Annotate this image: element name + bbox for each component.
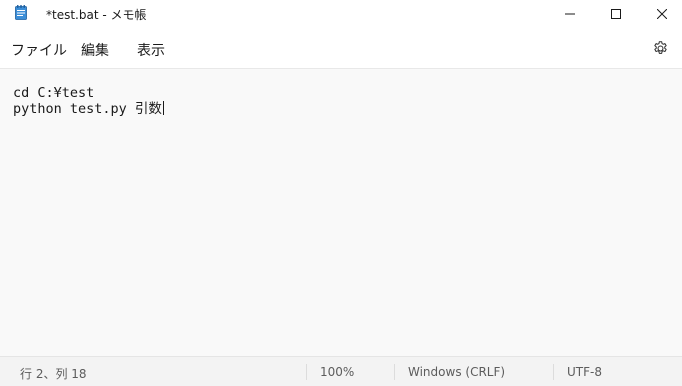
encoding[interactable]: UTF-8 [567, 365, 602, 379]
text-caret [162, 101, 164, 115]
title-bar[interactable]: *test.bat - メモ帳 [0, 0, 682, 28]
text-editor[interactable]: cd C:¥test python test.py 引数 [0, 69, 682, 356]
menu-edit[interactable]: 編集 [81, 40, 109, 60]
status-divider [306, 364, 307, 380]
maximize-button[interactable] [593, 0, 639, 28]
line-ending[interactable]: Windows (CRLF) [408, 365, 505, 379]
window-title: *test.bat - メモ帳 [46, 8, 147, 22]
menu-view[interactable]: 表示 [137, 40, 165, 60]
status-divider [553, 364, 554, 380]
notepad-icon [15, 5, 27, 20]
menu-bar: ファイル 編集 表示 [0, 28, 682, 68]
status-bar: 行 2、列 18 100% Windows (CRLF) UTF-8 [0, 356, 682, 386]
close-icon [657, 9, 667, 19]
maximize-icon [611, 9, 621, 19]
editor-line-text: python test.py 引数 [13, 101, 162, 117]
minimize-icon [565, 13, 575, 15]
menu-file[interactable]: ファイル [11, 40, 67, 60]
close-button[interactable] [639, 0, 682, 28]
status-divider [394, 364, 395, 380]
zoom-level[interactable]: 100% [320, 365, 354, 379]
notepad-window: *test.bat - メモ帳 ファイル 編集 表示 cd C:¥test py… [0, 0, 682, 386]
cursor-position: 行 2、列 18 [20, 367, 87, 381]
gear-icon[interactable] [652, 40, 669, 57]
editor-line: cd C:¥test [13, 85, 95, 101]
editor-line-with-caret: python test.py 引数 [13, 101, 164, 117]
minimize-button[interactable] [547, 0, 593, 28]
